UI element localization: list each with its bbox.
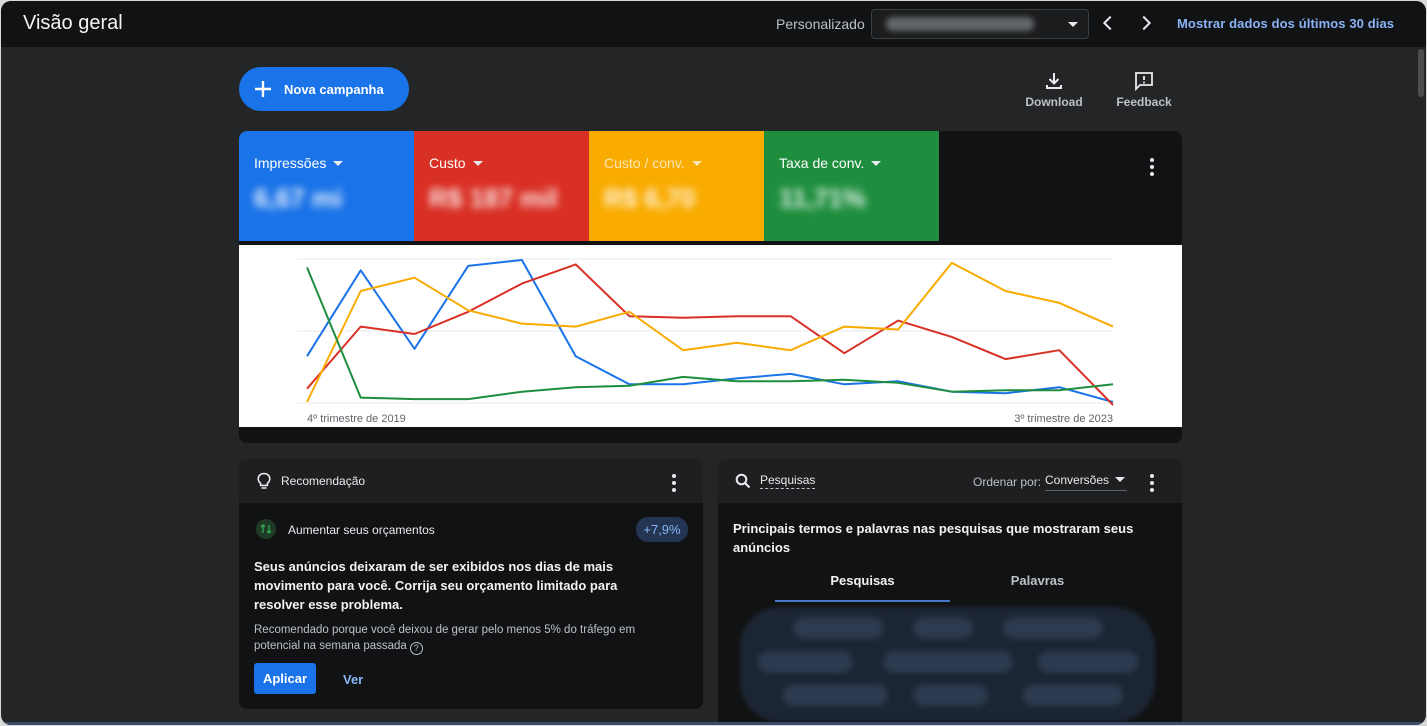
metric-value: R$ 187 mil bbox=[429, 183, 558, 213]
metric-tile-cost[interactable]: Custo R$ 187 mil bbox=[414, 131, 589, 241]
metric-value: 6,67 mi bbox=[254, 183, 343, 213]
dropdown-caret-icon bbox=[871, 161, 882, 166]
blurred-term-chip bbox=[758, 651, 853, 673]
metric-tile-impressions[interactable]: Impressões 6,67 mi bbox=[239, 131, 414, 241]
metric-label: Impressões bbox=[254, 155, 327, 171]
series-line-taxa-de-conv- bbox=[306, 267, 1114, 401]
tab-words[interactable]: Palavras bbox=[950, 573, 1125, 588]
metric-label: Custo / conv. bbox=[604, 155, 685, 171]
blurred-term-chip bbox=[1038, 651, 1138, 673]
recommendation-card: Recomendação Aumentar seus orçamentos +7… bbox=[239, 459, 703, 709]
searches-menu-button[interactable] bbox=[1149, 474, 1155, 495]
x-axis-end-label: 3º trimestre de 2023 bbox=[1014, 413, 1113, 425]
metric-selector-conv-rate[interactable]: Taxa de conv. bbox=[779, 155, 882, 171]
app-window: Visão geral Personalizado Mostrar dados … bbox=[1, 1, 1426, 725]
blurred-term-chip bbox=[1003, 617, 1103, 639]
performance-chart: 4º trimestre de 2019 3º trimestre de 202… bbox=[239, 245, 1182, 427]
dropdown-caret-icon bbox=[691, 161, 702, 166]
metric-label: Custo bbox=[429, 155, 466, 171]
arrows-up-down-icon bbox=[260, 524, 272, 534]
dropdown-caret-icon bbox=[472, 161, 483, 166]
metric-value: R$ 6,70 bbox=[604, 183, 696, 213]
new-campaign-button[interactable]: Nova campanha bbox=[239, 67, 409, 111]
metric-selector-cost[interactable]: Custo bbox=[429, 155, 483, 171]
more-vert-icon-dot bbox=[1150, 488, 1154, 492]
recommendation-uplift-badge: +7,9% bbox=[636, 517, 688, 542]
download-label: Download bbox=[1025, 95, 1083, 109]
more-vert-icon-dot bbox=[1150, 165, 1154, 169]
feedback-label: Feedback bbox=[1116, 95, 1172, 109]
search-icon bbox=[735, 473, 751, 489]
custom-range-label: Personalizado bbox=[776, 16, 865, 32]
download-button[interactable]: Download bbox=[1023, 71, 1085, 109]
metric-selector-cost-per-conv[interactable]: Custo / conv. bbox=[604, 155, 702, 171]
metric-selector-impressions[interactable]: Impressões bbox=[254, 155, 344, 171]
page-title: Visão geral bbox=[23, 12, 123, 34]
blurred-term-chip bbox=[913, 617, 973, 639]
blurred-term-chip bbox=[793, 617, 883, 639]
more-vert-icon bbox=[1150, 158, 1154, 162]
sort-select[interactable]: Conversões bbox=[1045, 473, 1128, 491]
metric-tile-conv-rate[interactable]: Taxa de conv. 11,71% bbox=[764, 131, 939, 241]
recommendation-reason: Recomendado porque você deixou de gerar … bbox=[254, 622, 674, 655]
more-vert-icon-dot bbox=[1150, 172, 1154, 176]
scrollbar-thumb[interactable] bbox=[1418, 49, 1424, 97]
lightbulb-icon bbox=[257, 472, 271, 489]
metric-tile-cost-per-conv[interactable]: Custo / conv. R$ 6,70 bbox=[589, 131, 764, 241]
top-bar: Visão geral Personalizado Mostrar dados … bbox=[1, 1, 1426, 47]
line-chart-svg bbox=[297, 258, 1114, 406]
searches-card: Pesquisas Ordenar por: Conversões Princi… bbox=[718, 459, 1182, 725]
dropdown-caret-icon bbox=[1068, 22, 1078, 27]
sort-value: Conversões bbox=[1045, 473, 1110, 487]
more-vert-icon-dot bbox=[672, 481, 676, 485]
feedback-icon bbox=[1135, 72, 1153, 91]
performance-card: Impressões 6,67 mi Custo R$ 187 mil Cust… bbox=[239, 131, 1182, 443]
date-range-blurred-text bbox=[886, 17, 1034, 31]
next-period-button[interactable] bbox=[1135, 12, 1157, 34]
more-vert-icon-dot bbox=[672, 488, 676, 492]
recommendation-header: Recomendação bbox=[239, 459, 703, 503]
metric-value: 11,71% bbox=[779, 183, 866, 213]
dropdown-caret-icon bbox=[1115, 477, 1126, 482]
plus-icon bbox=[255, 81, 271, 97]
recommendation-reason-text: Recomendado porque você deixou de gerar … bbox=[254, 624, 636, 652]
dropdown-caret-icon bbox=[333, 161, 344, 166]
chevron-right-icon bbox=[1142, 15, 1152, 31]
blurred-term-chip bbox=[883, 651, 1013, 673]
recommendation-menu-button[interactable] bbox=[671, 474, 677, 495]
blurred-term-chip bbox=[913, 684, 988, 706]
apply-button[interactable]: Aplicar bbox=[254, 663, 316, 694]
download-icon bbox=[1046, 73, 1062, 89]
searches-description: Principais termos e palavras nas pesquis… bbox=[733, 521, 1134, 555]
searches-header: Pesquisas Ordenar por: Conversões bbox=[718, 459, 1182, 503]
chart-series bbox=[306, 259, 1114, 406]
date-range-select[interactable] bbox=[871, 9, 1089, 39]
card-menu-button[interactable] bbox=[1149, 158, 1155, 179]
feedback-button[interactable]: Feedback bbox=[1115, 71, 1173, 109]
searches-title[interactable]: Pesquisas bbox=[760, 473, 816, 489]
tab-searches[interactable]: Pesquisas bbox=[775, 573, 950, 588]
metric-label: Taxa de conv. bbox=[779, 155, 865, 171]
x-axis-start-label: 4º trimestre de 2019 bbox=[307, 413, 406, 425]
see-button[interactable]: Ver bbox=[343, 672, 363, 687]
previous-period-button[interactable] bbox=[1097, 12, 1119, 34]
help-icon[interactable]: ? bbox=[409, 642, 423, 655]
recommendation-headline: Seus anúncios deixaram de ser exibidos n… bbox=[254, 559, 618, 612]
more-vert-icon bbox=[1150, 474, 1154, 478]
budget-trend-icon bbox=[256, 519, 276, 539]
bottom-edge bbox=[1, 722, 1426, 725]
chevron-left-icon bbox=[1102, 15, 1112, 31]
new-campaign-label: Nova campanha bbox=[284, 82, 384, 97]
blurred-term-chip bbox=[783, 684, 888, 706]
more-vert-icon-dot bbox=[1150, 481, 1154, 485]
recommendation-item-label: Aumentar seus orçamentos bbox=[288, 523, 435, 537]
recommendation-title: Recomendação bbox=[281, 474, 366, 488]
sort-label: Ordenar por: bbox=[973, 475, 1042, 489]
active-tab-indicator bbox=[775, 600, 950, 602]
more-vert-icon bbox=[672, 474, 676, 478]
blurred-term-chip bbox=[1023, 684, 1123, 706]
last-30-days-link[interactable]: Mostrar dados dos últimos 30 dias bbox=[1177, 16, 1394, 31]
